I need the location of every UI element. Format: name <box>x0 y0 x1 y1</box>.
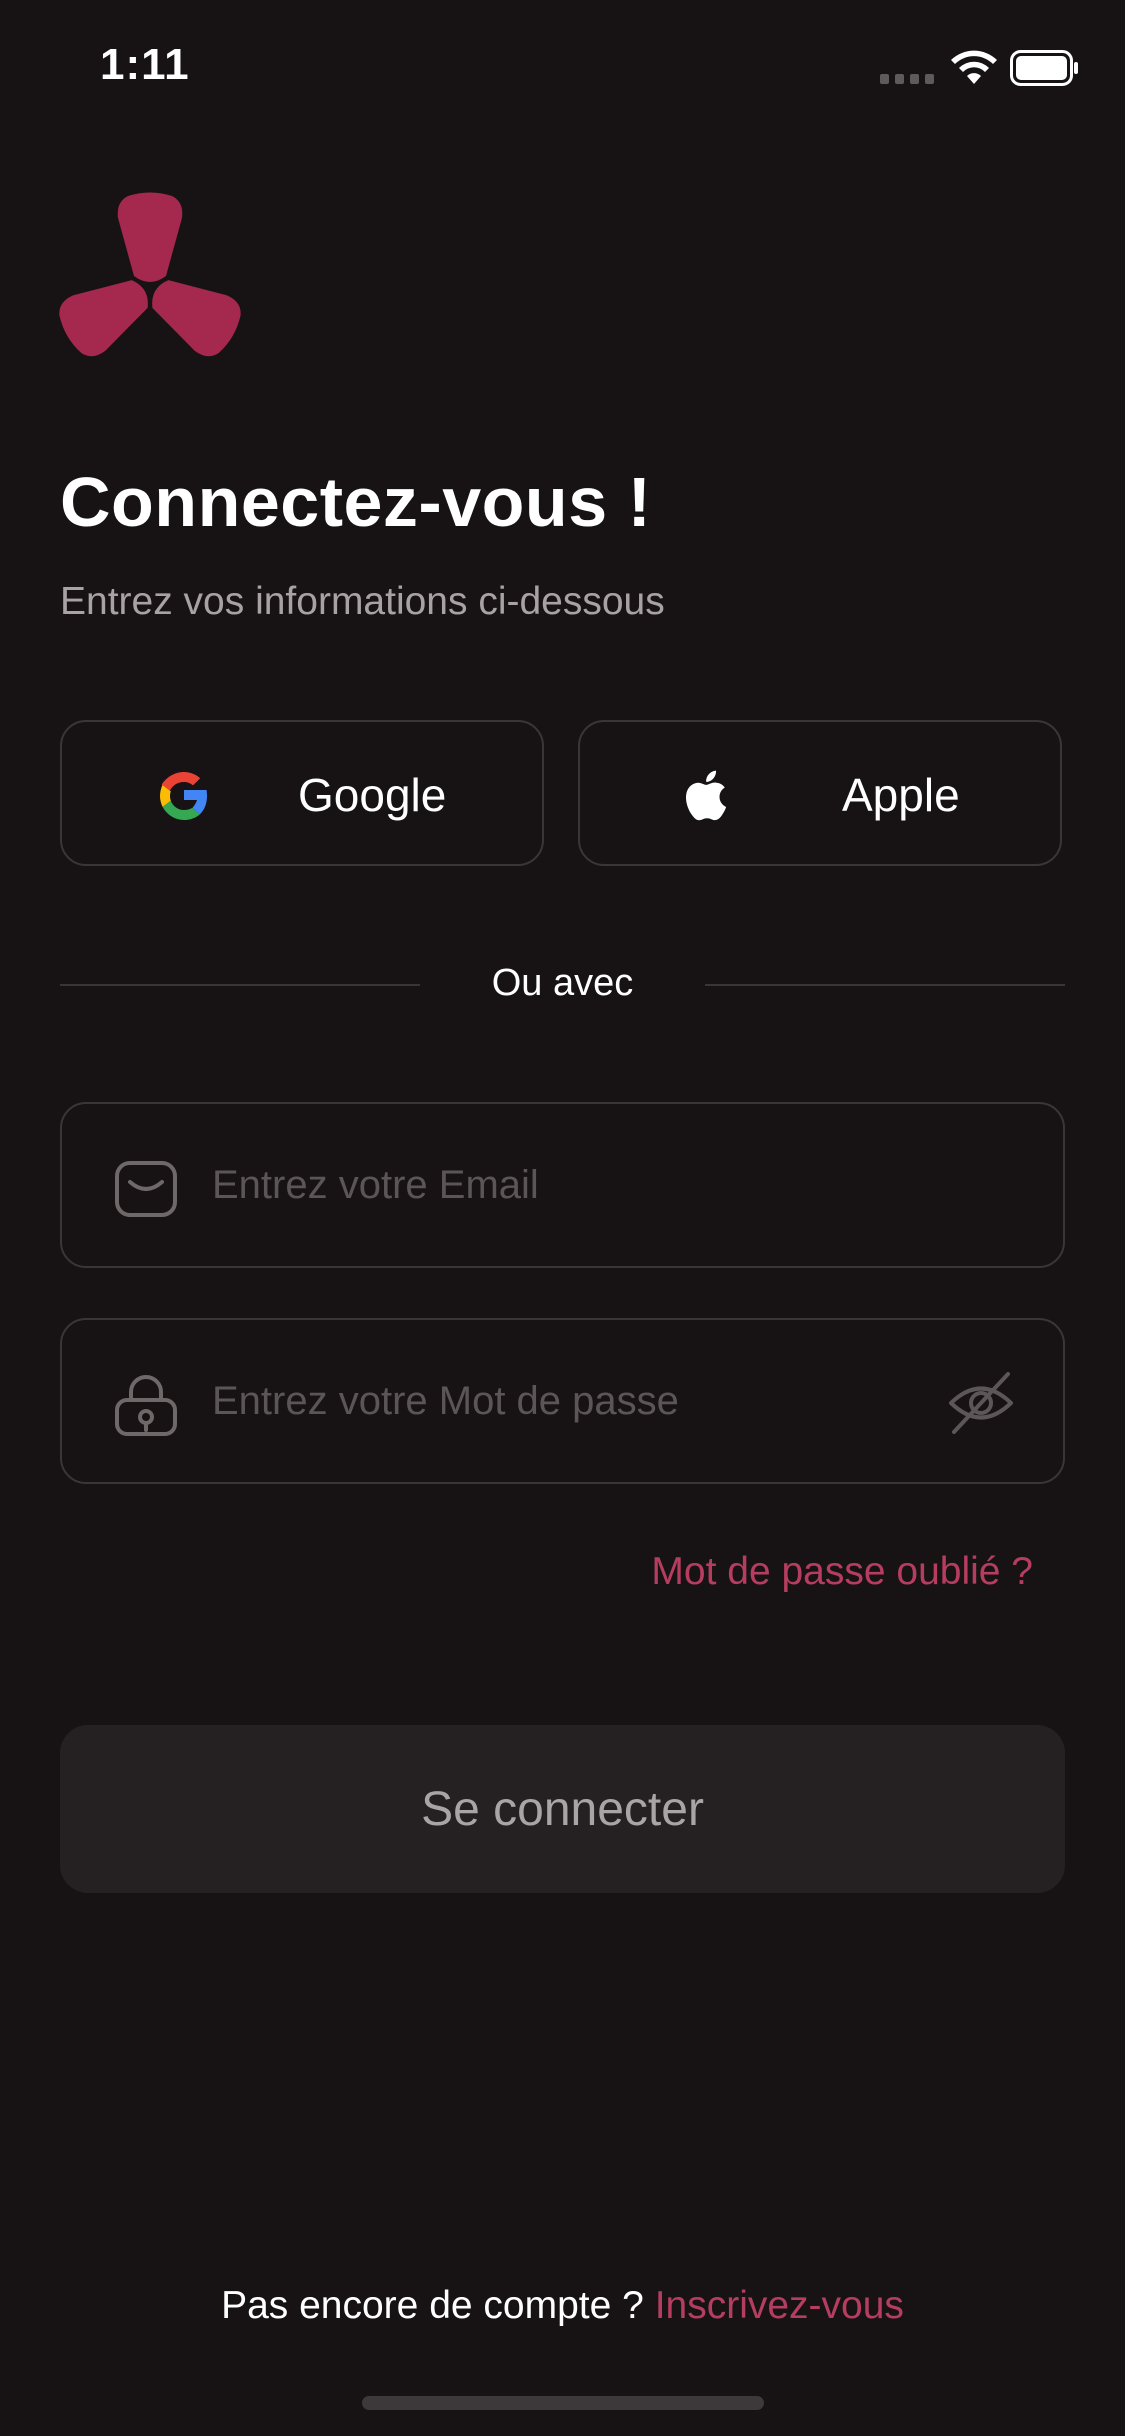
divider-line-left <box>60 984 420 986</box>
password-field[interactable] <box>60 1318 1065 1484</box>
divider-line-right <box>705 984 1065 986</box>
page-subtitle: Entrez vos informations ci-dessous <box>60 580 665 623</box>
signup-prompt-row: Pas encore de compte ? Inscrivez-vous <box>0 2284 1125 2328</box>
email-field[interactable] <box>60 1102 1065 1268</box>
signup-prompt-text: Pas encore de compte ? <box>221 2284 644 2327</box>
mail-icon <box>115 1161 177 1217</box>
home-indicator[interactable] <box>362 2396 764 2410</box>
eye-off-icon[interactable] <box>946 1370 1016 1436</box>
apple-icon <box>686 770 727 821</box>
login-submit-button[interactable]: Se connecter <box>60 1725 1065 1893</box>
google-icon <box>160 772 207 820</box>
divider-label: Ou avec <box>491 962 634 1004</box>
signal-dots-icon <box>880 74 934 84</box>
signup-link[interactable]: Inscrivez-vous <box>655 2284 904 2327</box>
email-input[interactable] <box>212 1144 972 1226</box>
google-login-button[interactable]: Google <box>60 720 544 866</box>
password-input[interactable] <box>212 1360 972 1442</box>
lock-icon <box>115 1375 177 1436</box>
apple-login-button[interactable]: Apple <box>578 720 1062 866</box>
apple-button-label: Apple <box>842 769 960 821</box>
page-title: Connectez-vous ! <box>60 463 652 541</box>
status-time: 1:11 <box>100 40 190 89</box>
wifi-icon <box>951 50 997 84</box>
forgot-password-link[interactable]: Mot de passe oublié ? <box>630 1550 1033 1594</box>
google-button-label: Google <box>298 769 447 821</box>
battery-icon <box>1010 50 1078 86</box>
trefoil-logo <box>59 192 241 357</box>
